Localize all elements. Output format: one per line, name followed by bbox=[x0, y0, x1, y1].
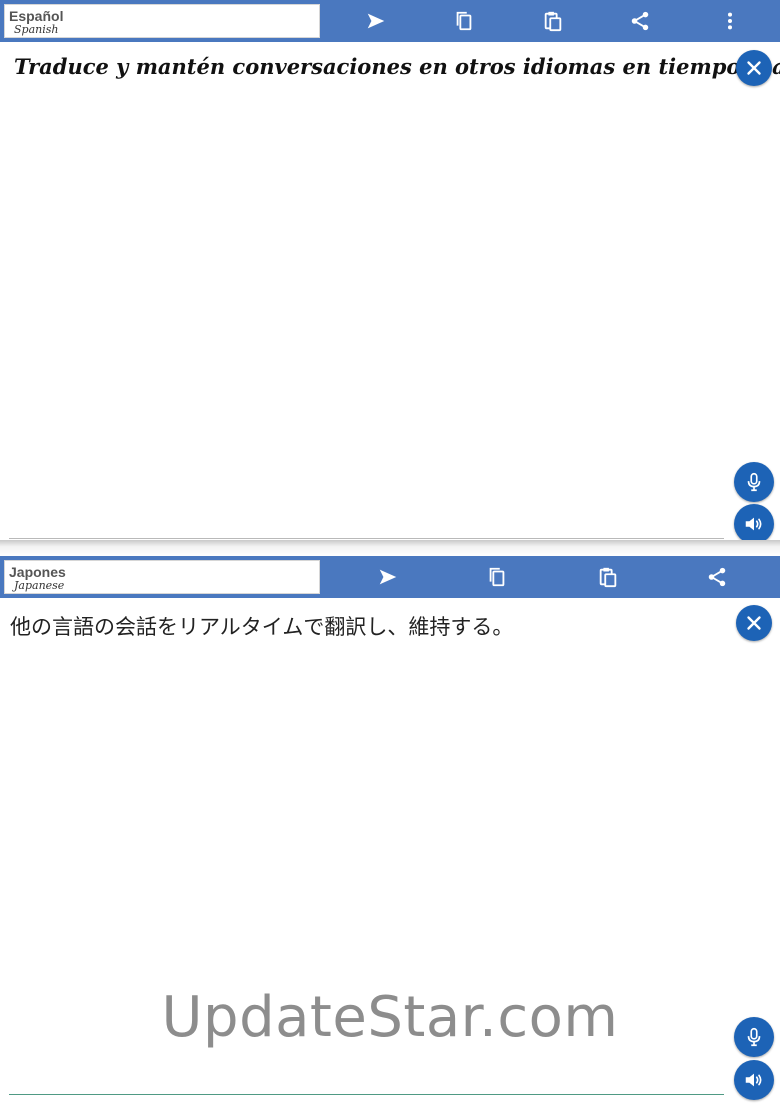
paste-icon bbox=[544, 11, 562, 32]
microphone-icon bbox=[747, 1027, 761, 1047]
source-clear-button[interactable] bbox=[736, 50, 772, 86]
target-language-subtitle: Japanese bbox=[14, 579, 65, 592]
translate-button[interactable] bbox=[356, 0, 396, 42]
target-text-underline bbox=[9, 1094, 724, 1095]
source-mic-button[interactable] bbox=[734, 462, 774, 502]
speaker-icon bbox=[745, 517, 762, 531]
target-speaker-button[interactable] bbox=[734, 1060, 774, 1100]
microphone-icon bbox=[747, 472, 761, 492]
target-paste-button[interactable] bbox=[588, 556, 628, 598]
source-text-underline bbox=[9, 538, 724, 539]
target-mic-button[interactable] bbox=[734, 1017, 774, 1057]
target-text-area[interactable]: 他の言語の会話をリアルタイムで翻訳し、維持する。 bbox=[10, 611, 710, 641]
target-clear-button[interactable] bbox=[736, 605, 772, 641]
more-options-button[interactable] bbox=[710, 0, 750, 42]
send-arrow-icon bbox=[367, 13, 385, 29]
source-speaker-button[interactable] bbox=[734, 504, 774, 544]
watermark: UpdateStar.com bbox=[161, 985, 619, 1050]
paste-button[interactable] bbox=[533, 0, 573, 42]
target-translate-button[interactable] bbox=[368, 556, 408, 598]
target-toolbar: Japones Japanese bbox=[0, 556, 780, 598]
paste-icon bbox=[599, 567, 617, 588]
share-icon bbox=[631, 11, 649, 31]
share-button[interactable] bbox=[620, 0, 660, 42]
send-arrow-icon bbox=[379, 569, 397, 585]
source-language-selector[interactable]: Español Spanish bbox=[4, 4, 320, 38]
target-copy-button[interactable] bbox=[477, 556, 517, 598]
close-icon bbox=[747, 616, 761, 630]
copy-icon bbox=[456, 11, 472, 31]
close-icon bbox=[747, 61, 761, 75]
source-text-area[interactable]: Traduce y mantén conversaciones en otros… bbox=[14, 54, 780, 79]
source-language-subtitle: Spanish bbox=[14, 23, 59, 36]
speaker-icon bbox=[745, 1073, 762, 1087]
source-toolbar: Español Spanish bbox=[0, 0, 780, 42]
copy-button[interactable] bbox=[444, 0, 484, 42]
target-language-name: Japones bbox=[9, 564, 66, 580]
target-share-button[interactable] bbox=[697, 556, 737, 598]
share-icon bbox=[708, 567, 726, 587]
pane-separator bbox=[0, 540, 780, 556]
more-vert-icon bbox=[727, 12, 733, 30]
copy-icon bbox=[489, 567, 505, 587]
target-language-selector[interactable]: Japones Japanese bbox=[4, 560, 320, 594]
source-language-name: Español bbox=[9, 8, 64, 24]
